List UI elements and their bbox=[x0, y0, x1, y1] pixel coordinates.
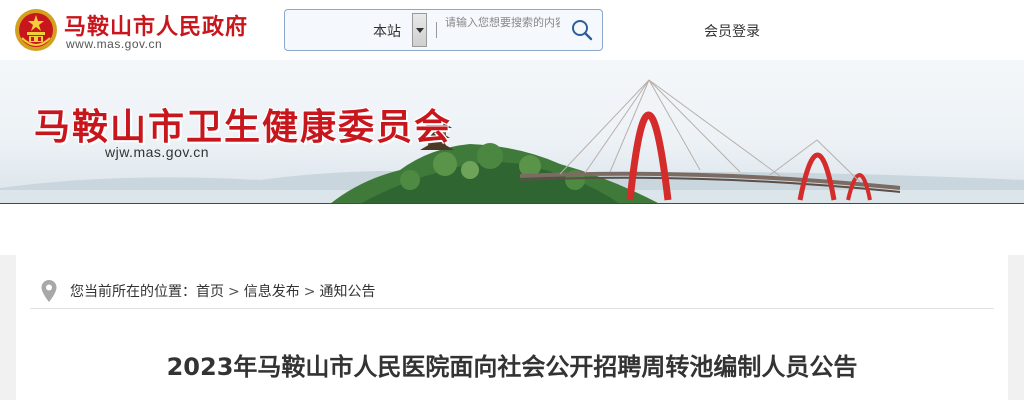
search-divider bbox=[436, 22, 437, 38]
breadcrumb-notice[interactable]: 通知公告 bbox=[319, 284, 375, 300]
divider bbox=[30, 308, 994, 309]
member-login-link[interactable]: 会员登录 bbox=[704, 21, 760, 41]
banner-domain: wjw.mas.gov.cn bbox=[105, 144, 209, 160]
search-input[interactable] bbox=[445, 14, 560, 30]
search-box: 本站 bbox=[284, 9, 603, 51]
banner-bottom-rule bbox=[0, 203, 1024, 204]
spacer bbox=[0, 205, 1024, 255]
breadcrumb-separator: > bbox=[228, 284, 240, 300]
top-bar: 马鞍山市人民政府 www.mas.gov.cn 本站 会员登录 bbox=[0, 0, 1024, 60]
search-scope-select[interactable]: 本站 bbox=[373, 21, 401, 41]
national-emblem-icon[interactable] bbox=[14, 8, 58, 52]
article-panel: 您当前所在的位置：首页 > 信息发布 > 通知公告 2023年马鞍山市人民医院面向社会公… bbox=[16, 255, 1008, 400]
breadcrumb-info-release[interactable]: 信息发布 bbox=[244, 284, 300, 300]
banner: 马鞍山市卫生健康委员会 wjw.mas.gov.cn bbox=[0, 60, 1024, 204]
breadcrumb-home[interactable]: 首页 bbox=[196, 284, 224, 300]
search-icon[interactable] bbox=[570, 18, 594, 42]
breadcrumb-separator: > bbox=[303, 284, 316, 300]
breadcrumb-text: 您当前所在的位置：首页 > 信息发布 > 通知公告 bbox=[70, 281, 375, 301]
site-domain: www.mas.gov.cn bbox=[66, 37, 163, 51]
chevron-down-icon[interactable] bbox=[412, 13, 427, 47]
banner-title: 马鞍山市卫生健康委员会 bbox=[34, 107, 453, 148]
article-title: 2023年马鞍山市人民医院面向社会公开招聘周转池编制人员公告 bbox=[166, 353, 858, 381]
breadcrumb-prefix: 您当前所在的位置： bbox=[70, 284, 196, 300]
location-pin-icon bbox=[41, 280, 57, 302]
